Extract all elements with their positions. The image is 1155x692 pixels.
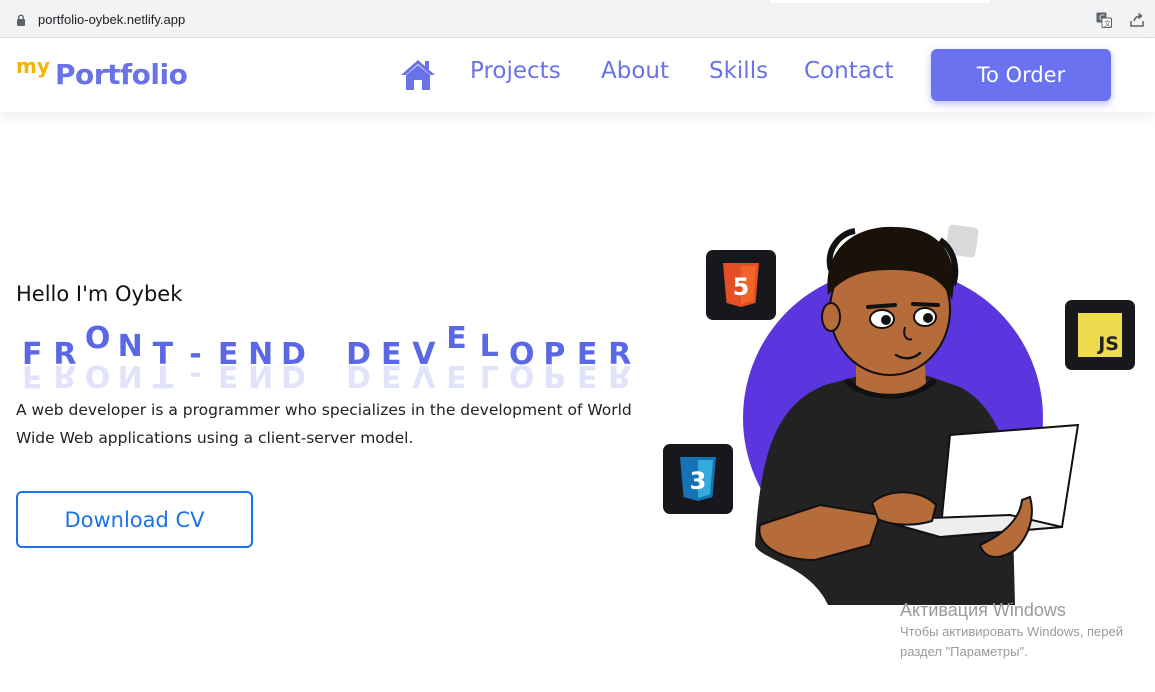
javascript-icon: JS xyxy=(1078,313,1122,357)
hero-role-title: FFRROONNTT--EENNDDDDEEVVEELLOOPPEERR xyxy=(16,316,656,396)
to-order-button[interactable]: To Order xyxy=(931,49,1111,101)
lock-icon[interactable] xyxy=(16,14,26,26)
role-letter-reflection: R xyxy=(608,358,631,393)
role-letter-reflection: E xyxy=(218,358,239,393)
role-letter-reflection: O xyxy=(85,358,111,393)
role-letter-reflection: D xyxy=(346,358,371,393)
html5-badge: 5 xyxy=(706,250,776,320)
javascript-badge: JS xyxy=(1065,300,1135,370)
role-letter-reflection: T xyxy=(153,358,174,393)
url-text[interactable]: portfolio-oybek.netlify.app xyxy=(38,12,185,27)
home-icon[interactable] xyxy=(400,58,436,92)
watermark-line-2: раздел "Параметры". xyxy=(900,644,1028,659)
role-letter-reflection: V xyxy=(412,358,436,393)
role-letter-reflection: L xyxy=(480,358,499,393)
role-letter-reflection: E xyxy=(577,358,598,393)
role-letter: E xyxy=(446,321,467,356)
role-letter-reflection: E xyxy=(381,358,402,393)
hero-description: A web developer is a programmer who spec… xyxy=(16,401,632,447)
role-letter-reflection: P xyxy=(543,358,565,393)
css3-icon: 3 xyxy=(680,457,716,501)
watermark-title: Активация Windows xyxy=(900,600,1066,620)
download-cv-button[interactable]: Download CV xyxy=(16,491,253,548)
html5-icon: 5 xyxy=(723,263,759,307)
browser-address-bar: portfolio-oybek.netlify.app G 文 xyxy=(0,0,1155,38)
nav-about[interactable]: About xyxy=(601,58,669,84)
logo-main: Portfolio xyxy=(55,58,188,91)
watermark-line-1: Чтобы активировать Windows, перей xyxy=(900,624,1124,639)
role-letter-reflection: D xyxy=(281,358,306,393)
nav-contact[interactable]: Contact xyxy=(804,58,893,84)
active-tab-edge xyxy=(770,0,990,3)
css3-label: 3 xyxy=(690,467,707,495)
translate-icon[interactable]: G 文 xyxy=(1096,12,1112,28)
css3-badge: 3 xyxy=(663,444,733,514)
role-letter: O xyxy=(85,321,111,356)
share-icon[interactable] xyxy=(1129,12,1145,28)
url-field[interactable]: portfolio-oybek.netlify.app G 文 xyxy=(4,4,1149,34)
logo-prefix: my xyxy=(16,54,50,78)
svg-text:文: 文 xyxy=(1104,19,1111,28)
role-letter-reflection: F xyxy=(22,358,43,393)
role-letter-reflection: N xyxy=(248,358,273,393)
windows-activation-watermark: Активация Windows Чтобы активировать Win… xyxy=(900,598,1155,662)
html5-label: 5 xyxy=(733,273,750,301)
nav-projects[interactable]: Projects xyxy=(470,58,561,84)
role-letter-reflection: N xyxy=(118,358,143,393)
role-letter-reflection: O xyxy=(509,358,535,393)
role-letter-reflection: - xyxy=(189,358,201,393)
site-header: my Portfolio Projects About Skills Conta… xyxy=(0,38,1155,112)
hero-illustration: 5 JS 3 xyxy=(650,215,1155,610)
role-letter-reflection: E xyxy=(446,358,467,393)
role-letter-reflection: R xyxy=(53,358,76,393)
javascript-label: JS xyxy=(1098,333,1119,355)
hero-greeting: Hello I'm Oybek xyxy=(16,282,183,306)
nav-skills[interactable]: Skills xyxy=(709,58,768,84)
